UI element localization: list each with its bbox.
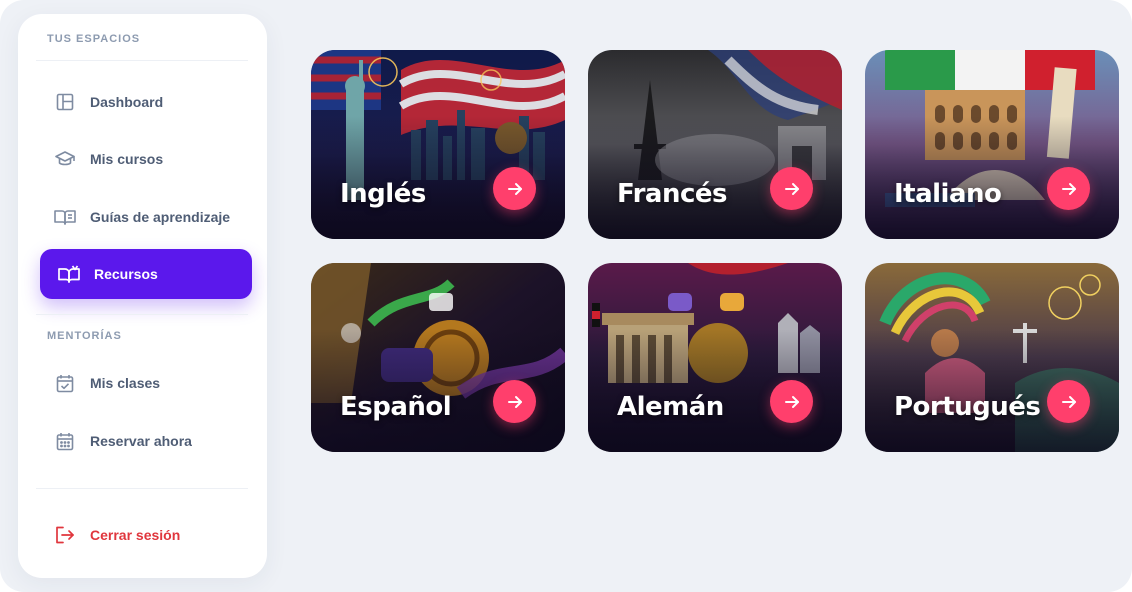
- card-title: Italiano: [894, 179, 1002, 209]
- card-title: Francés: [617, 179, 728, 209]
- section-title-mentoring: MENTORÍAS: [47, 330, 122, 342]
- arrow-right-icon: [784, 182, 799, 195]
- arrow-right-icon: [1061, 182, 1076, 195]
- card-overlay: [311, 50, 565, 239]
- arrow-right-button[interactable]: [493, 167, 536, 210]
- card-overlay: [588, 50, 842, 239]
- language-card-portugues[interactable]: Portugués: [865, 263, 1119, 452]
- calendar-check-icon: [54, 372, 76, 394]
- sidebar-item-guias[interactable]: Guías de aprendizaje: [40, 193, 252, 241]
- language-card-aleman[interactable]: Alemán: [588, 263, 842, 452]
- language-card-espanol[interactable]: Español: [311, 263, 565, 452]
- language-card-ingles[interactable]: Inglés: [311, 50, 565, 239]
- card-overlay: [865, 263, 1119, 452]
- sidebar-item-label: Reservar ahora: [90, 433, 192, 449]
- arrow-right-button[interactable]: [1047, 167, 1090, 210]
- sidebar-item-label: Dashboard: [90, 94, 164, 110]
- sidebar-item-label: Mis cursos: [90, 151, 164, 167]
- divider: [36, 488, 248, 489]
- divider: [36, 60, 248, 61]
- arrow-right-button[interactable]: [770, 380, 813, 423]
- book-reader-icon: [58, 263, 80, 285]
- arrow-right-icon: [507, 395, 522, 408]
- sidebar-item-label: Mis clases: [90, 375, 161, 391]
- card-overlay: [865, 50, 1119, 239]
- sidebar-item-label: Recursos: [94, 266, 158, 282]
- card-title: Español: [340, 392, 452, 422]
- arrow-right-button[interactable]: [493, 380, 536, 423]
- app-window: TUS ESPACIOS Dashboard Mis cursos Guías …: [0, 0, 1132, 592]
- sidebar-item-reservar[interactable]: Reservar ahora: [40, 417, 252, 465]
- logout-icon: [54, 524, 76, 546]
- card-overlay: [588, 263, 842, 452]
- logout-button[interactable]: Cerrar sesión: [40, 511, 252, 559]
- open-book-icon: [54, 206, 76, 228]
- sidebar: TUS ESPACIOS Dashboard Mis cursos Guías …: [18, 14, 267, 578]
- card-title: Alemán: [617, 392, 724, 422]
- layout-icon: [54, 91, 76, 113]
- graduation-cap-icon: [54, 148, 76, 170]
- sidebar-item-mis-cursos[interactable]: Mis cursos: [40, 135, 252, 183]
- card-overlay: [311, 263, 565, 452]
- sidebar-item-label: Guías de aprendizaje: [90, 209, 231, 225]
- language-card-italiano[interactable]: Italiano: [865, 50, 1119, 239]
- sidebar-item-dashboard[interactable]: Dashboard: [40, 78, 252, 126]
- card-title: Portugués: [894, 392, 1041, 422]
- logout-label: Cerrar sesión: [90, 527, 181, 543]
- calendar-grid-icon: [54, 430, 76, 452]
- arrow-right-button[interactable]: [1047, 380, 1090, 423]
- arrow-right-icon: [784, 395, 799, 408]
- sidebar-item-mis-clases[interactable]: Mis clases: [40, 359, 252, 407]
- language-card-frances[interactable]: Francés: [588, 50, 842, 239]
- arrow-right-icon: [1061, 395, 1076, 408]
- divider: [36, 314, 248, 315]
- arrow-right-button[interactable]: [770, 167, 813, 210]
- sidebar-item-recursos[interactable]: Recursos: [40, 249, 252, 299]
- section-title-spaces: TUS ESPACIOS: [47, 33, 141, 45]
- card-title: Inglés: [340, 179, 426, 209]
- arrow-right-icon: [507, 182, 522, 195]
